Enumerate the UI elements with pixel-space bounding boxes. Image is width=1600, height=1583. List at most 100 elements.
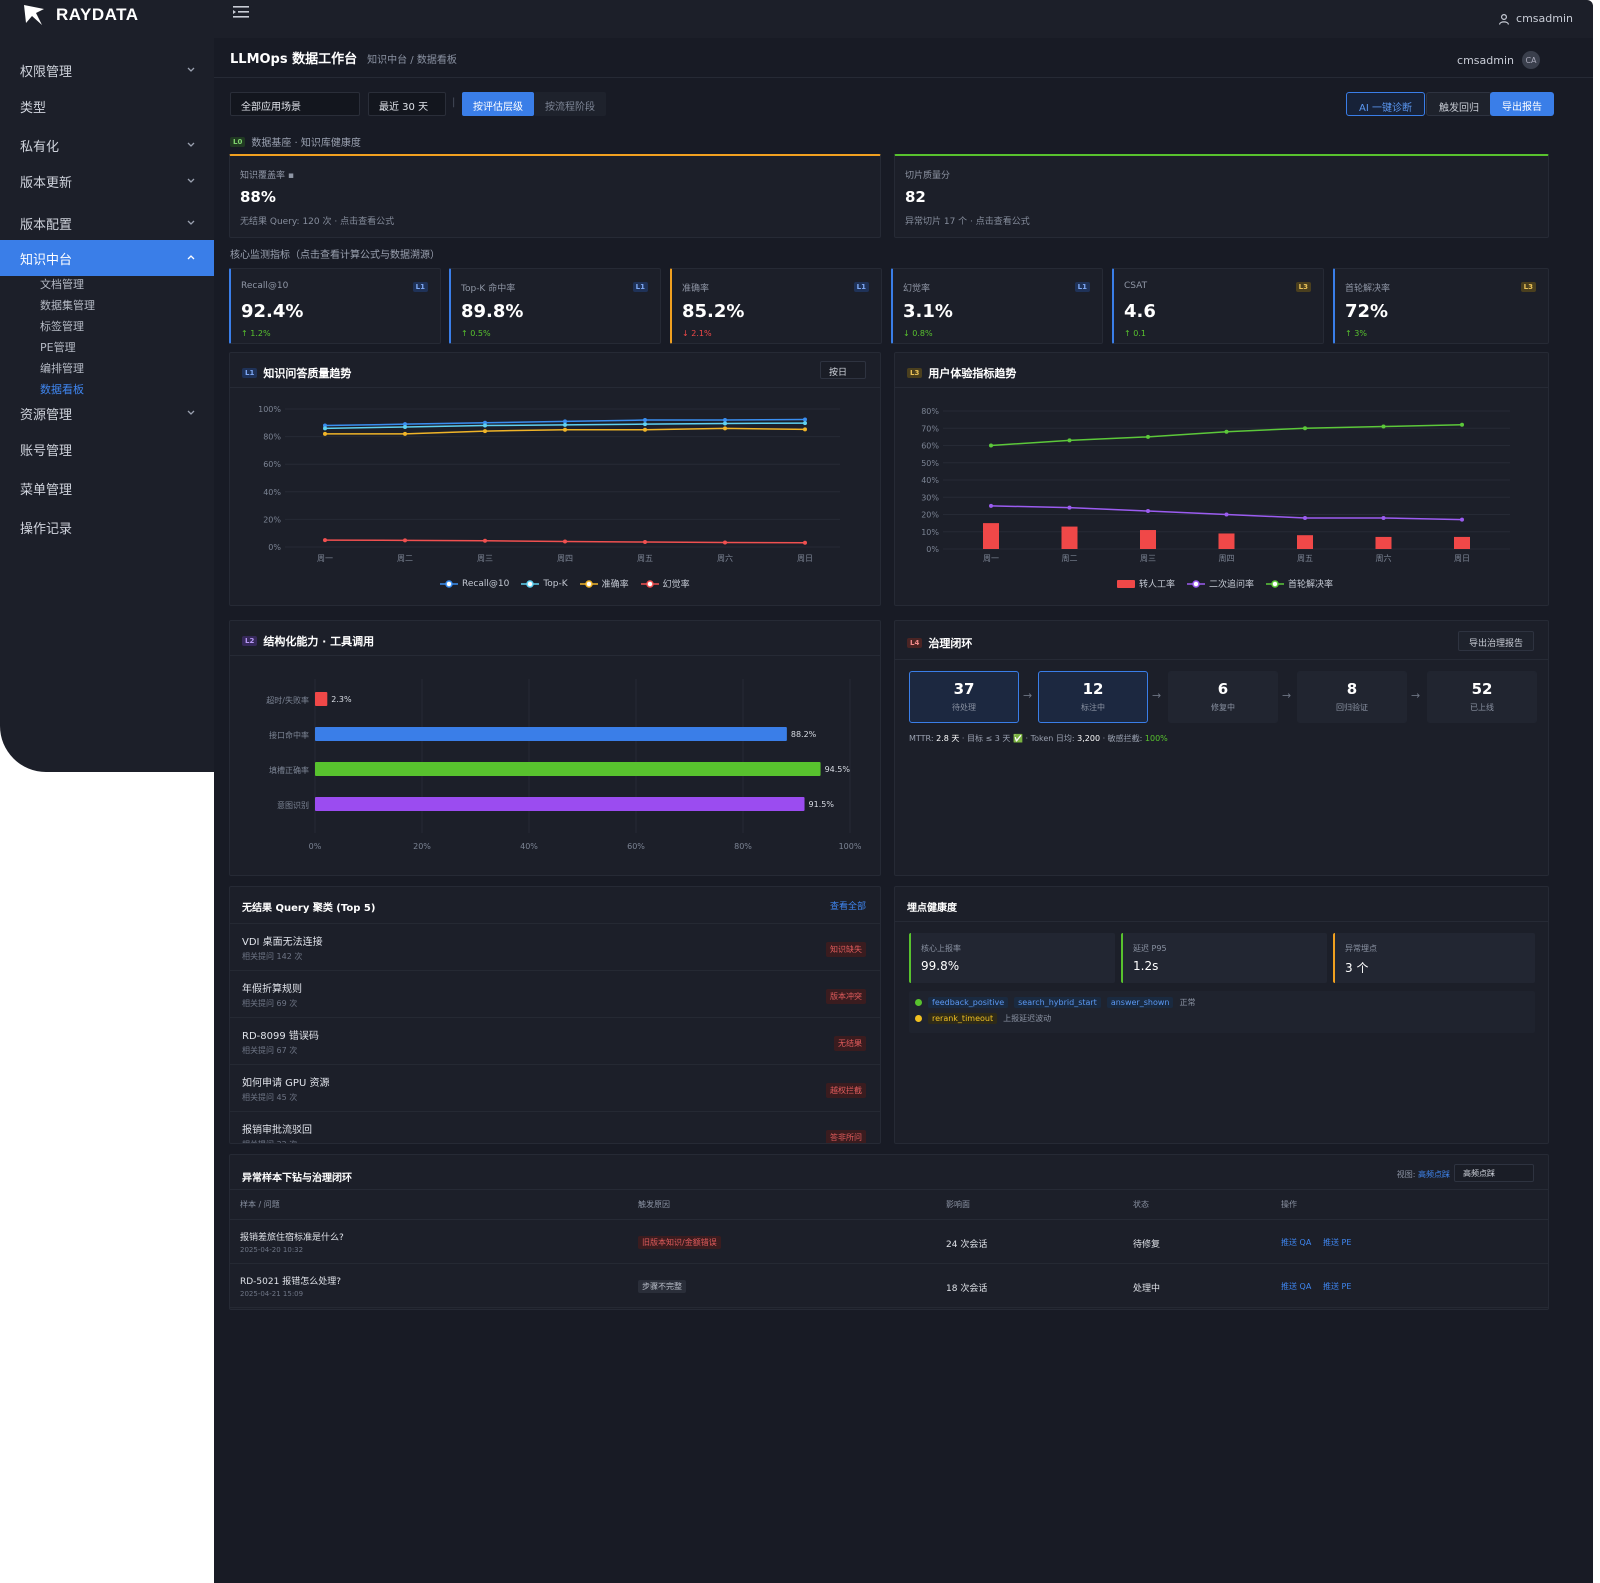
event-chip[interactable]: rerank_timeout xyxy=(928,1013,998,1024)
view-select[interactable]: 高频点踩 xyxy=(1454,1164,1534,1182)
slice-note[interactable]: 异常切片 17 个 · 点击查看公式 xyxy=(905,214,1030,227)
table-header: 操作 xyxy=(1281,1200,1297,1209)
legend-item[interactable]: 转人工率 xyxy=(1117,577,1175,590)
sample-question: 报销差旅住宿标准是什么? xyxy=(240,1233,344,1243)
tracking-metric-value: 1.2s xyxy=(1133,959,1159,973)
view-all-link[interactable]: 查看全部 xyxy=(830,899,866,912)
sidebar-item-label: 知识中台 xyxy=(20,252,73,268)
breadcrumb[interactable]: 知识中台 / 数据看板 xyxy=(367,51,457,66)
trigger-regression-button[interactable]: 触发回归 xyxy=(1426,92,1492,116)
series-point xyxy=(403,538,407,543)
governance-stats: MTTR: 2.8 天 · 目标 ≤ 3 天 ✅ · Token 日均: 3,2… xyxy=(909,733,1168,744)
sidebar-subitem-2[interactable]: 标签管理 xyxy=(40,318,84,336)
menu-collapse-icon[interactable] xyxy=(232,4,250,20)
chevron-down-icon xyxy=(187,220,195,225)
kpi-card-1[interactable]: Top-K 命中率 89.8% ↑ 0.5% L1 xyxy=(449,268,661,344)
seg-by-level[interactable]: 按评估层级 xyxy=(462,92,534,116)
legend-item[interactable]: 二次追问率 xyxy=(1187,577,1254,590)
ai-diagnose-button[interactable]: AI 一键诊断 xyxy=(1346,92,1425,116)
sidebar-subitem-5[interactable]: 数据看板 xyxy=(40,381,84,399)
flow-step-2[interactable]: 6 修复中 xyxy=(1168,671,1278,723)
coverage-card[interactable]: 知识覆盖率 ▪ 88% 无结果 Query: 120 次 · 点击查看公式 xyxy=(229,154,881,238)
sidebar-subitem-4[interactable]: 编排管理 xyxy=(40,360,84,378)
table-header-divider xyxy=(230,1219,1548,1220)
legend-label: 首轮解决率 xyxy=(1288,580,1334,590)
series-point xyxy=(323,538,327,543)
query-row[interactable]: RD-8099 错误码 相关提问 67 次 无结果 xyxy=(230,1017,880,1064)
y-category-label: 超时/失败率 xyxy=(266,695,309,705)
sidebar-subitem-0[interactable]: 文档管理 xyxy=(40,276,84,294)
samples-title: 异常样本下钻与治理闭环 xyxy=(242,1173,352,1184)
query-badge: 答非所问 xyxy=(826,1130,866,1143)
query-row[interactable]: 如何申请 GPU 资源 相关提问 45 次 越权拦截 xyxy=(230,1064,880,1111)
query-row[interactable]: VDI 桌面无法连接 相关提问 142 次 知识缺失 xyxy=(230,923,880,970)
sidebar-item-8[interactable]: 菜单管理 xyxy=(0,470,214,506)
tracking-metric-0[interactable]: 核心上报率 99.8% xyxy=(909,933,1115,983)
query-row[interactable]: 报销审批流驳回相关提问 32 次 答非所问 xyxy=(230,1111,880,1143)
kpi-card-4[interactable]: CSAT 4.6 ↑ 0.1 L3 xyxy=(1112,268,1324,344)
y-tick-label: 70% xyxy=(921,424,939,433)
kpi-name: 幻觉率 xyxy=(903,284,931,294)
export-report-button[interactable]: 导出报告 xyxy=(1490,92,1554,116)
sidebar-item-label: 版本配置 xyxy=(20,217,73,233)
kpi-card-5[interactable]: 首轮解决率 72% ↑ 3% L3 xyxy=(1333,268,1549,344)
push-pe-link[interactable]: 推送 PE xyxy=(1323,1237,1351,1248)
sidebar-item-2[interactable]: 私有化 xyxy=(0,127,214,163)
scene-select[interactable]: 全部应用场景 xyxy=(230,92,360,116)
legend-item[interactable]: 首轮解决率 xyxy=(1266,577,1333,590)
event-chip[interactable]: feedback_positive xyxy=(928,997,1009,1008)
table-row[interactable]: 报销差旅住宿标准是什么? 2025-04-20 10:32 旧版本知识/金额错误 24… xyxy=(230,1221,1548,1264)
event-chip[interactable]: answer_shown xyxy=(1106,997,1174,1008)
sidebar-item-7[interactable]: 账号管理 xyxy=(0,431,214,467)
legend-item[interactable]: Recall@10 xyxy=(440,577,509,590)
kpi-card-2[interactable]: 准确率 85.2% ↓ 2.1% L1 xyxy=(670,268,882,344)
legend-label: Top-K xyxy=(543,578,568,589)
slice-quality-card[interactable]: 切片质量分 82 异常切片 17 个 · 点击查看公式 xyxy=(894,154,1549,238)
legend-item[interactable]: 准确率 xyxy=(579,577,629,590)
avatar[interactable]: CA xyxy=(1522,51,1540,69)
header-user[interactable]: cmsadmin CA xyxy=(1457,51,1540,69)
push-pe-link[interactable]: 推送 PE xyxy=(1323,1281,1351,1292)
query-count: 相关提问 45 次 xyxy=(242,1093,298,1102)
sidebar-item-4[interactable]: 版本配置 xyxy=(0,205,214,241)
legend-item[interactable]: Top-K xyxy=(521,577,568,590)
series-point xyxy=(563,422,567,427)
status-dot-yellow-icon xyxy=(915,1015,922,1022)
query-row[interactable]: 年假折算规则 相关提问 69 次 版本冲突 xyxy=(230,970,880,1017)
table-row[interactable]: RD-5021 报错怎么处理? 2025-04-21 15:09 步骤不完整 18 次… xyxy=(230,1265,1548,1308)
granularity-select[interactable]: 按日 xyxy=(820,361,866,379)
query-badge: 越权拦截 xyxy=(826,1083,866,1098)
flow-step-4[interactable]: 52 已上线 xyxy=(1427,671,1537,723)
view-value-link[interactable]: 高频点踩 xyxy=(1418,1170,1450,1179)
sidebar-item-6[interactable]: 资源管理 xyxy=(0,395,214,431)
x-tick-label: 周六 xyxy=(1376,553,1392,563)
kpi-card-0[interactable]: Recall@10 92.4% ↑ 1.2% L1 xyxy=(229,268,441,344)
flow-step-3[interactable]: 8 回归验证 xyxy=(1297,671,1407,723)
events-ok-status: 正常 xyxy=(1179,998,1196,1007)
sidebar-item-5[interactable]: 知识中台 xyxy=(0,240,214,276)
sidebar-item-1[interactable]: 类型 xyxy=(0,88,214,124)
sidebar-item-9[interactable]: 操作记录 xyxy=(0,509,214,545)
event-chip[interactable]: search_hybrid_start xyxy=(1014,997,1101,1008)
coverage-note[interactable]: 无结果 Query: 120 次 · 点击查看公式 xyxy=(240,214,394,227)
push-qa-link[interactable]: 推送 QA xyxy=(1281,1281,1311,1292)
range-select[interactable]: 最近 30 天 xyxy=(368,92,446,116)
series-point xyxy=(989,503,993,508)
tracking-metric-2[interactable]: 异常埋点 3 个 xyxy=(1333,933,1535,983)
sidebar-item-0[interactable]: 权限管理 xyxy=(0,52,214,88)
seg-by-stage[interactable]: 按流程阶段 xyxy=(534,92,606,116)
series-point xyxy=(1460,517,1464,522)
flow-step-0[interactable]: 37 待处理 xyxy=(909,671,1019,723)
sidebar-subitem-1[interactable]: 数据集管理 xyxy=(40,297,95,315)
sidebar-subitem-3[interactable]: PE管理 xyxy=(40,339,76,357)
push-qa-link[interactable]: 推送 QA xyxy=(1281,1237,1311,1248)
tracking-metric-1[interactable]: 延迟 P95 1.2s xyxy=(1121,933,1327,983)
top-user-menu[interactable]: cmsadmin xyxy=(1498,12,1573,25)
kpi-card-3[interactable]: 幻觉率 3.1% ↓ 0.8% L1 xyxy=(891,268,1103,344)
bar-mark xyxy=(315,762,821,776)
legend-item[interactable]: 幻觉率 xyxy=(640,577,690,590)
flow-step-1[interactable]: 12 标注中 xyxy=(1038,671,1148,723)
sidebar-item-3[interactable]: 版本更新 xyxy=(0,163,214,199)
governance-title: L4 治理闭环 xyxy=(907,635,972,651)
export-governance-button[interactable]: 导出治理报告 xyxy=(1457,631,1534,651)
